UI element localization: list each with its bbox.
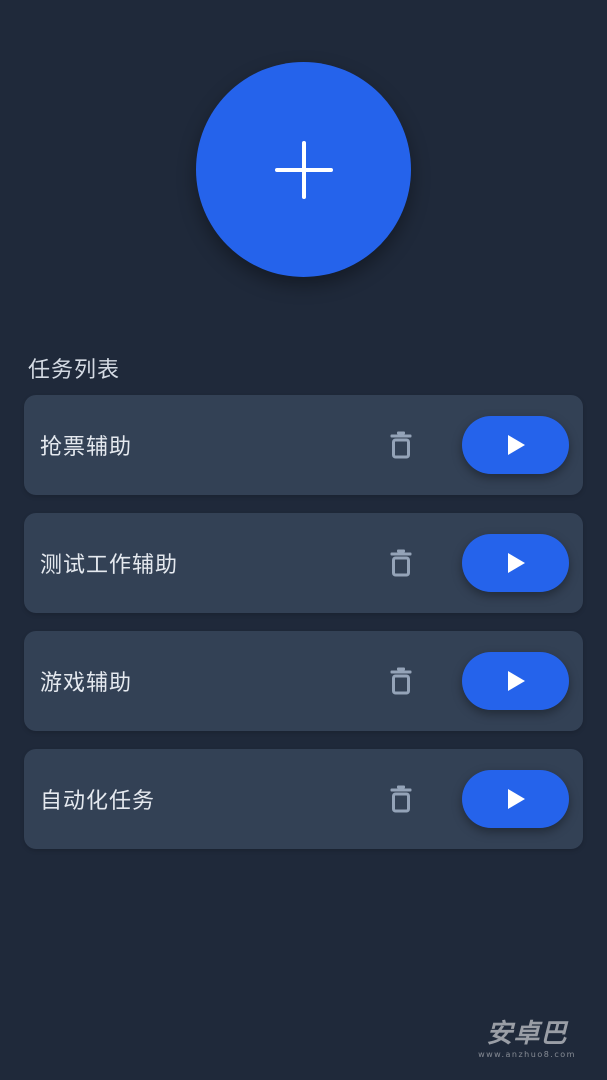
delete-task-button[interactable]: [381, 425, 421, 465]
run-task-button[interactable]: [462, 416, 569, 474]
delete-task-button[interactable]: [381, 543, 421, 583]
play-icon: [507, 671, 525, 691]
section-title: 任务列表: [28, 358, 121, 383]
task-card: 游戏辅助: [24, 631, 583, 731]
trash-icon: [390, 549, 412, 577]
task-name: 游戏辅助: [40, 671, 133, 696]
play-icon: [507, 435, 525, 455]
run-task-button[interactable]: [462, 534, 569, 592]
task-card: 自动化任务: [24, 749, 583, 849]
run-task-button[interactable]: [462, 652, 569, 710]
trash-icon: [390, 667, 412, 695]
watermark-logo: 安卓巴 www.anzhuo8.com: [478, 1019, 576, 1059]
task-list: 抢票辅助 测试工作辅助 游戏辅助 自动化任务: [24, 395, 583, 867]
play-icon: [507, 553, 525, 573]
play-icon: [507, 789, 525, 809]
run-task-button[interactable]: [462, 770, 569, 828]
task-card: 测试工作辅助: [24, 513, 583, 613]
svg-text:安卓巴: 安卓巴: [486, 1019, 568, 1049]
plus-icon: [274, 140, 333, 199]
task-name: 测试工作辅助: [40, 553, 179, 578]
task-name: 自动化任务: [40, 789, 156, 814]
svg-text:www.anzhuo8.com: www.anzhuo8.com: [478, 1050, 576, 1059]
task-name: 抢票辅助: [40, 435, 133, 460]
trash-icon: [390, 431, 412, 459]
task-card: 抢票辅助: [24, 395, 583, 495]
delete-task-button[interactable]: [381, 661, 421, 701]
delete-task-button[interactable]: [381, 779, 421, 819]
add-task-button[interactable]: [196, 62, 411, 277]
trash-icon: [390, 785, 412, 813]
